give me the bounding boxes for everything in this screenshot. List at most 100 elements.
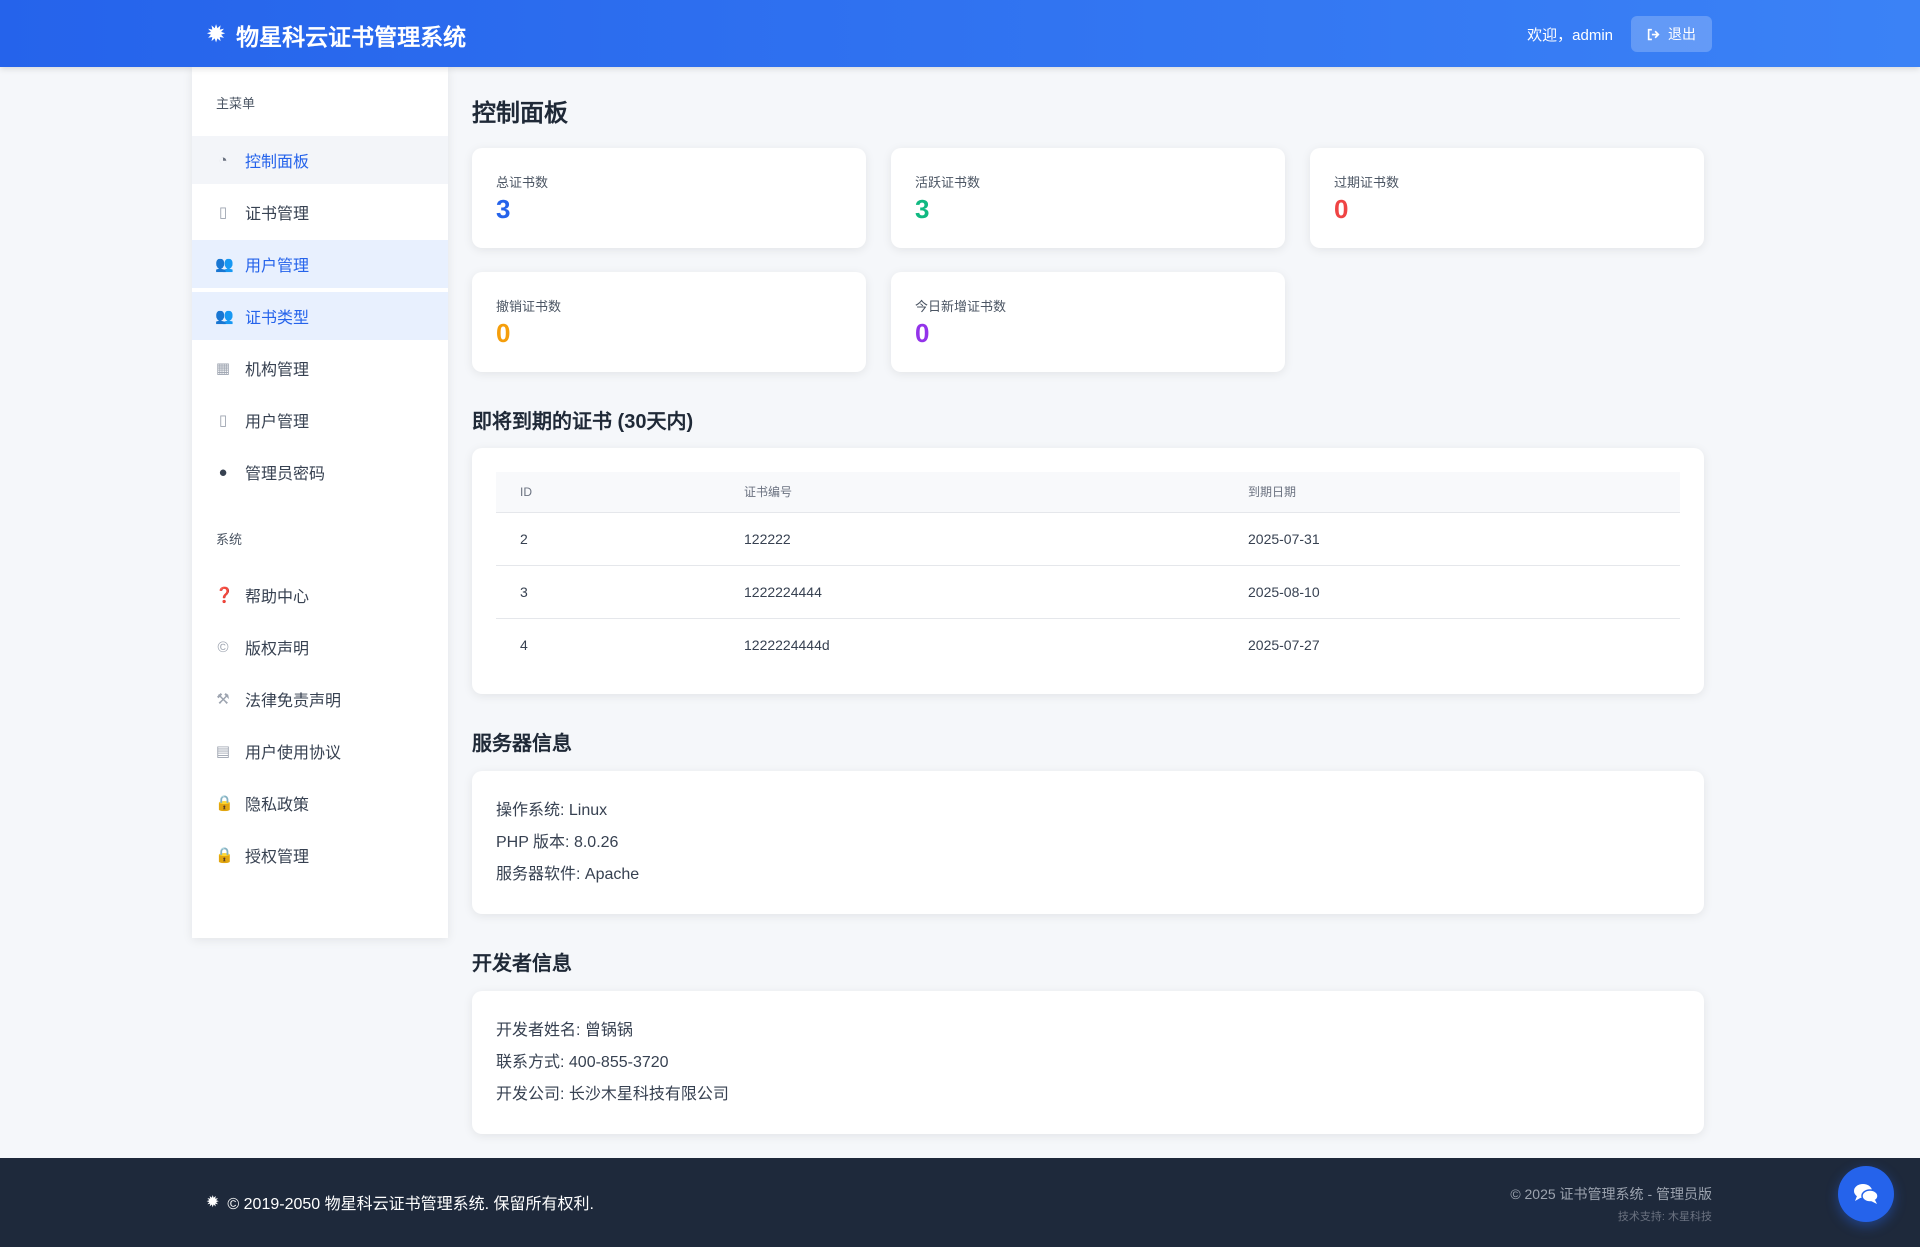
lock-icon: 🔒: [215, 795, 234, 812]
sidebar-item-label: 用户使用协议: [245, 745, 342, 762]
developer-info-panel: 开发者姓名: 曾锅锅 联系方式: 400-855-3720 开发公司: 长沙木星…: [472, 991, 1704, 1134]
footer-version: © 2025 证书管理系统 - 管理员版: [1510, 1186, 1712, 1202]
cell-date: 2025-08-10: [1224, 565, 1680, 619]
footer: ✹ © 2019-2050 物星科云证书管理系统. 保留所有权利. © 2025…: [0, 1158, 1920, 1247]
cell-number: 122222: [720, 512, 1224, 566]
footer-right: © 2025 证书管理系统 - 管理员版 技术支持: 木星科技: [1510, 1184, 1712, 1224]
sidebar-item-label: 法律免责声明: [245, 693, 342, 710]
sidebar-item-label: 管理员密码: [245, 466, 326, 483]
sidebar-item-label: 版权声明: [245, 641, 310, 658]
sidebar-item-copyright[interactable]: © 版权声明: [192, 623, 448, 671]
logout-button[interactable]: 退出: [1631, 16, 1712, 52]
gavel-icon: ⚒: [216, 691, 230, 708]
copyright-icon: ©: [217, 638, 229, 656]
page-title: 控制面板: [472, 100, 568, 127]
stat-card-expired: 过期证书数 0: [1310, 148, 1704, 248]
file-icon: ▤: [215, 743, 231, 760]
sidebar-item-privacy[interactable]: 🔒 隐私政策: [192, 779, 448, 827]
server-software: 服务器软件: Apache: [496, 866, 640, 883]
cell-number: 1222224444: [720, 565, 1224, 619]
sidebar-item-label: 证书类型: [245, 310, 310, 327]
stat-value: 0: [915, 318, 930, 348]
column-header-number: 证书编号: [720, 472, 1224, 513]
cell-id: 2: [496, 512, 720, 566]
developer-info-title: 开发者信息: [472, 953, 572, 975]
sidebar-item-dashboard[interactable]: ◔ 控制面板: [192, 136, 448, 184]
sidebar-item-admin-password[interactable]: ● 管理员密码: [192, 448, 448, 496]
sidebar-item-users[interactable]: 👥 用户管理: [192, 240, 448, 288]
stat-card-active: 活跃证书数 3: [891, 148, 1285, 248]
developer-company: 开发公司: 长沙木星科技有限公司: [496, 1086, 729, 1103]
chat-button[interactable]: [1838, 1166, 1894, 1222]
stat-label: 活跃证书数: [915, 175, 981, 190]
server-os: 操作系统: Linux: [496, 802, 608, 819]
sidebar-item-legal[interactable]: ⚒ 法律免责声明: [192, 675, 448, 723]
header-right: 欢迎，admin 退出: [1527, 16, 1712, 52]
stat-value: 0: [1334, 194, 1349, 224]
sidebar-item-label: 隐私政策: [245, 797, 310, 814]
stat-card-total: 总证书数 3: [472, 148, 866, 248]
sidebar-item-label: 帮助中心: [245, 589, 310, 606]
stat-card-today: 今日新增证书数 0: [891, 272, 1285, 372]
cell-date: 2025-07-31: [1224, 512, 1680, 566]
welcome-text: 欢迎，admin: [1527, 26, 1613, 44]
footer-support: 技术支持: 木星科技: [1617, 1211, 1712, 1223]
expiring-title: 即将到期的证书 (30天内): [472, 411, 694, 433]
cell-number: 1222224444d: [744, 636, 830, 653]
stat-value: 3: [915, 194, 930, 224]
question-icon: ❓: [215, 587, 234, 604]
sidebar-item-label: 机构管理: [245, 362, 310, 379]
dashboard-icon: ◔: [218, 151, 228, 169]
brand-title: 物星科云证书管理系统: [236, 24, 467, 50]
sidebar-item-label: 证书管理: [245, 206, 310, 223]
sidebar-item-certificates[interactable]: ▯ 证书管理: [192, 188, 448, 236]
stat-card-revoked: 撤销证书数 0: [472, 272, 866, 372]
brand[interactable]: ✹ 物星科云证书管理系统: [206, 18, 466, 52]
developer-name: 开发者姓名: 曾锅锅: [496, 1022, 633, 1039]
sidebar-item-license[interactable]: 🔒 授权管理: [192, 831, 448, 879]
expiring-panel: ID 证书编号 到期日期 2 122222 2025-07-31 3 12222…: [472, 448, 1704, 694]
sidebar-item-label: 用户管理: [245, 258, 310, 275]
developer-contact: 联系方式: 400-855-3720: [496, 1054, 669, 1071]
top-header: ✹ 物星科云证书管理系统 欢迎，admin 退出: [0, 0, 1920, 67]
server-php: PHP 版本: 8.0.26: [496, 834, 619, 851]
logout-icon: [1647, 28, 1660, 40]
stat-value: 3: [496, 194, 511, 224]
table-row[interactable]: 3 1222224444 2025-08-10: [496, 565, 1680, 619]
footer-copyright-block: ✹ © 2019-2050 物星科云证书管理系统. 保留所有权利.: [206, 1190, 594, 1214]
chat-icon: [1854, 1184, 1879, 1204]
lock-icon: 🔒: [215, 847, 234, 864]
users-icon: 👥: [215, 256, 234, 273]
main-menu-title: 主菜单: [216, 96, 256, 111]
sidebar-item-help[interactable]: ❓ 帮助中心: [192, 571, 448, 619]
sidebar: 主菜单 ◔ 控制面板 ▯ 证书管理 👥 用户管理 👥 证书类型 ▦ 机构管理 ▯…: [192, 67, 448, 938]
table-row[interactable]: 2 122222 2025-07-31: [496, 512, 1680, 566]
table-header-row: ID 证书编号 到期日期: [496, 472, 1680, 513]
document-icon: ▯: [218, 204, 228, 221]
sidebar-item-organizations[interactable]: ▦ 机构管理: [192, 344, 448, 392]
chat-icon: ●: [218, 463, 228, 481]
stat-label: 今日新增证书数: [915, 299, 1007, 314]
sidebar-item-cert-types[interactable]: 👥 证书类型: [192, 292, 448, 340]
sidebar-item-label: 授权管理: [245, 849, 310, 866]
table-row[interactable]: 4 1222224444d 2025-07-27: [496, 618, 1680, 671]
expiring-table: ID 证书编号 到期日期 2 122222 2025-07-31 3 12222…: [496, 472, 1680, 671]
column-header-id: ID: [496, 472, 720, 513]
document-icon: ▯: [218, 412, 228, 429]
sidebar-item-agreement[interactable]: ▤ 用户使用协议: [192, 727, 448, 775]
server-info-title: 服务器信息: [472, 733, 572, 755]
cell-id: 4: [520, 636, 528, 653]
system-menu-title: 系统: [216, 532, 243, 547]
gear-icon: ✹: [206, 1194, 220, 1211]
stat-label: 撤销证书数: [496, 299, 562, 314]
stat-label: 过期证书数: [1334, 175, 1400, 190]
cell-date: 2025-07-27: [1248, 636, 1320, 653]
users-icon: 👥: [215, 308, 234, 325]
stat-value: 0: [496, 318, 511, 348]
sidebar-item-label: 用户管理: [245, 414, 310, 431]
logout-label: 退出: [1668, 26, 1696, 42]
building-icon: ▦: [215, 360, 231, 377]
sidebar-item-label: 控制面板: [245, 154, 310, 171]
sidebar-item-users-2[interactable]: ▯ 用户管理: [192, 396, 448, 444]
cell-id: 3: [496, 565, 720, 619]
